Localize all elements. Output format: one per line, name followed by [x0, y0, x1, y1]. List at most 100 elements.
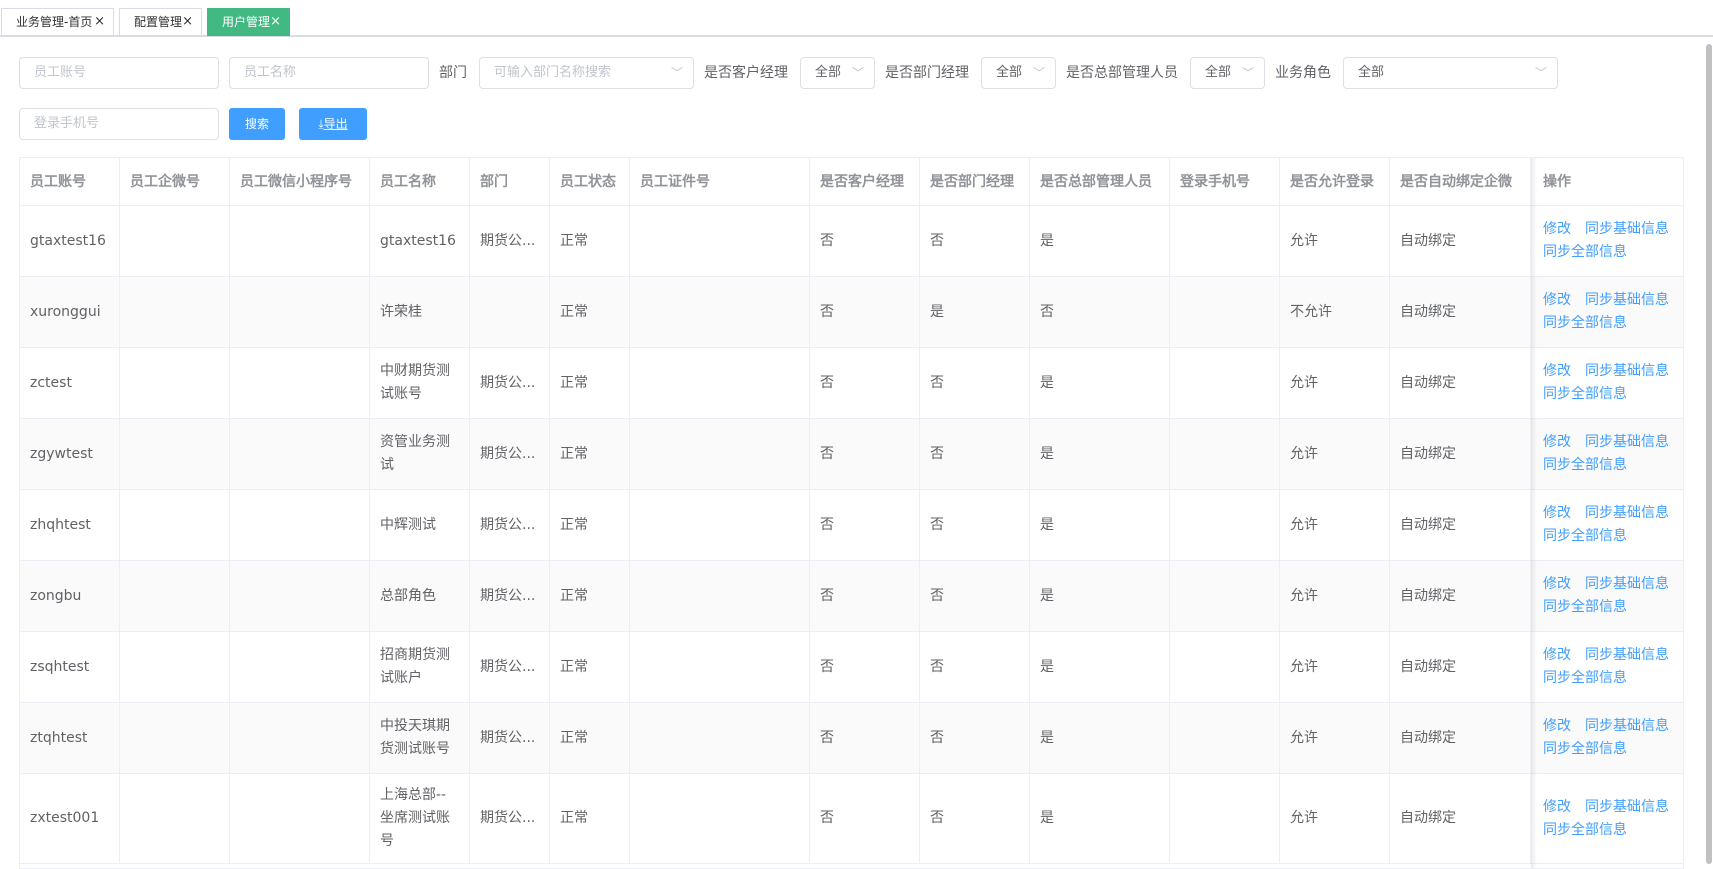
table-cell-dept-mgr: 否 — [920, 561, 1030, 632]
tab-bar: 业务管理-首页 × 配置管理 × 用户管理 × — [0, 0, 1713, 37]
sync-basic-link[interactable]: 同步基础信息 — [1585, 292, 1669, 308]
table-cell-mini — [230, 561, 370, 632]
edit-link[interactable]: 修改 — [1543, 576, 1571, 592]
cell-text: 否 — [930, 374, 944, 391]
cell-text: 期货公... — [480, 587, 536, 604]
sync-basic-link[interactable]: 同步基础信息 — [1585, 363, 1669, 379]
fixed-column-shadow — [1531, 158, 1537, 868]
cell-text: 否 — [930, 232, 944, 249]
dept-label: 部门 — [439, 65, 467, 81]
cell-text: 正常 — [560, 445, 588, 462]
sync-basic-link[interactable]: 同步基础信息 — [1585, 505, 1669, 521]
cell-text: 自动绑定 — [1400, 729, 1456, 746]
table-cell-hq-mgr: 是 — [1030, 703, 1170, 774]
column-header-ops: 操作 — [1531, 158, 1683, 206]
table-cell-qywx — [120, 419, 230, 490]
close-icon[interactable]: × — [270, 9, 281, 35]
table-cell-hq-mgr: 是 — [1030, 774, 1170, 864]
sync-basic-link[interactable]: 同步基础信息 — [1585, 799, 1669, 815]
close-icon[interactable]: × — [94, 9, 105, 35]
table-cell-name: gtaxtest16 — [370, 206, 470, 277]
close-icon[interactable]: × — [182, 9, 193, 35]
sync-all-link[interactable]: 同步全部信息 — [1543, 386, 1627, 402]
edit-link[interactable]: 修改 — [1543, 292, 1571, 308]
dept-select[interactable]: 可输入部门名称搜索 ﹀ — [479, 57, 694, 89]
search-button[interactable]: 搜索 — [229, 108, 285, 140]
table-cell-account: zgywtest — [20, 419, 120, 490]
page-scrollbar[interactable] — [1706, 44, 1712, 864]
edit-link[interactable]: 修改 — [1543, 799, 1571, 815]
cell-text: 期货公... — [480, 445, 536, 462]
tab-config-management[interactable]: 配置管理 × — [119, 8, 202, 36]
cell-text: 正常 — [560, 303, 588, 320]
edit-link[interactable]: 修改 — [1543, 221, 1571, 237]
cell-text: 是 — [1040, 516, 1054, 533]
table-cell-phone — [1170, 632, 1280, 703]
export-button[interactable]: ⤓导出 — [299, 108, 367, 140]
cell-text: 自动绑定 — [1400, 658, 1456, 675]
cell-text: 总部角色 — [380, 587, 436, 604]
tab-user-management[interactable]: 用户管理 × — [207, 8, 290, 36]
cell-text: 资管业务测试 — [380, 434, 450, 473]
cell-text: 正常 — [560, 516, 588, 533]
dept-mgr-select[interactable]: 全部 ﹀ — [981, 57, 1056, 89]
biz-role-label: 业务角色 — [1275, 65, 1331, 81]
edit-link[interactable]: 修改 — [1543, 363, 1571, 379]
table-cell-auto-bind: 自动绑定 — [1390, 490, 1531, 561]
cell-text: 是 — [1040, 729, 1054, 746]
cell-text: 允许 — [1290, 232, 1318, 249]
chevron-down-icon: ﹀ — [1241, 66, 1254, 80]
sync-all-link[interactable]: 同步全部信息 — [1543, 741, 1627, 757]
search-button-label: 搜索 — [244, 117, 269, 131]
table-cell-cust-mgr: 否 — [810, 774, 920, 864]
phone-input[interactable]: 登录手机号 — [19, 108, 219, 140]
cell-text: 自动绑定 — [1400, 445, 1456, 462]
table-cell-status: 正常 — [550, 774, 630, 864]
table-cell-status: 正常 — [550, 561, 630, 632]
cell-text: zhqhtest — [30, 516, 91, 533]
sync-all-link[interactable]: 同步全部信息 — [1543, 457, 1627, 473]
account-input[interactable]: 员工账号 — [19, 57, 219, 89]
sync-basic-link[interactable]: 同步基础信息 — [1585, 221, 1669, 237]
cell-text: 否 — [930, 445, 944, 462]
sync-basic-link[interactable]: 同步基础信息 — [1585, 576, 1669, 592]
cust-mgr-label: 是否客户经理 — [704, 65, 788, 81]
edit-link[interactable]: 修改 — [1543, 434, 1571, 450]
sync-all-link[interactable]: 同步全部信息 — [1543, 315, 1627, 331]
table-cell-name: 上海总部--坐席测试账号 — [370, 774, 470, 864]
sync-all-link[interactable]: 同步全部信息 — [1543, 244, 1627, 260]
table-cell-name: 中辉测试 — [370, 490, 470, 561]
hq-mgr-select[interactable]: 全部 ﹀ — [1190, 57, 1265, 89]
table-cell-allow-login: 允许 — [1280, 206, 1390, 277]
column-header-qywx: 员工企微号 — [120, 158, 230, 206]
sync-basic-link[interactable]: 同步基础信息 — [1585, 434, 1669, 450]
edit-link[interactable]: 修改 — [1543, 647, 1571, 663]
cell-text: 否 — [820, 729, 834, 746]
column-header-name: 员工名称 — [370, 158, 470, 206]
table-cell-phone — [1170, 419, 1280, 490]
table-cell-dept: 期货公... — [470, 206, 550, 277]
biz-role-value: 全部 — [1358, 65, 1385, 80]
sync-all-link[interactable]: 同步全部信息 — [1543, 599, 1627, 615]
table-cell-dept-mgr: 否 — [920, 703, 1030, 774]
name-input[interactable]: 员工名称 — [229, 57, 429, 89]
chevron-down-icon: ﹀ — [1534, 66, 1547, 80]
table-cell-idno — [630, 774, 810, 864]
sync-all-link[interactable]: 同步全部信息 — [1543, 528, 1627, 544]
table-cell-dept-mgr: 否 — [920, 632, 1030, 703]
edit-link[interactable]: 修改 — [1543, 718, 1571, 734]
table-cell-cust-mgr: 否 — [810, 348, 920, 419]
table-cell-dept: 期货公... — [470, 561, 550, 632]
tab-business-home[interactable]: 业务管理-首页 × — [1, 8, 114, 36]
table-cell-phone — [1170, 774, 1280, 864]
biz-role-select[interactable]: 全部 ﹀ — [1343, 57, 1558, 89]
sync-all-link[interactable]: 同步全部信息 — [1543, 670, 1627, 686]
column-header-dept: 部门 — [470, 158, 550, 206]
sync-basic-link[interactable]: 同步基础信息 — [1585, 647, 1669, 663]
table-cell-account: ztqhtest — [20, 703, 120, 774]
sync-basic-link[interactable]: 同步基础信息 — [1585, 718, 1669, 734]
cell-text: zsqhtest — [30, 658, 90, 675]
sync-all-link[interactable]: 同步全部信息 — [1543, 822, 1627, 838]
cust-mgr-select[interactable]: 全部 ﹀ — [800, 57, 875, 89]
edit-link[interactable]: 修改 — [1543, 505, 1571, 521]
